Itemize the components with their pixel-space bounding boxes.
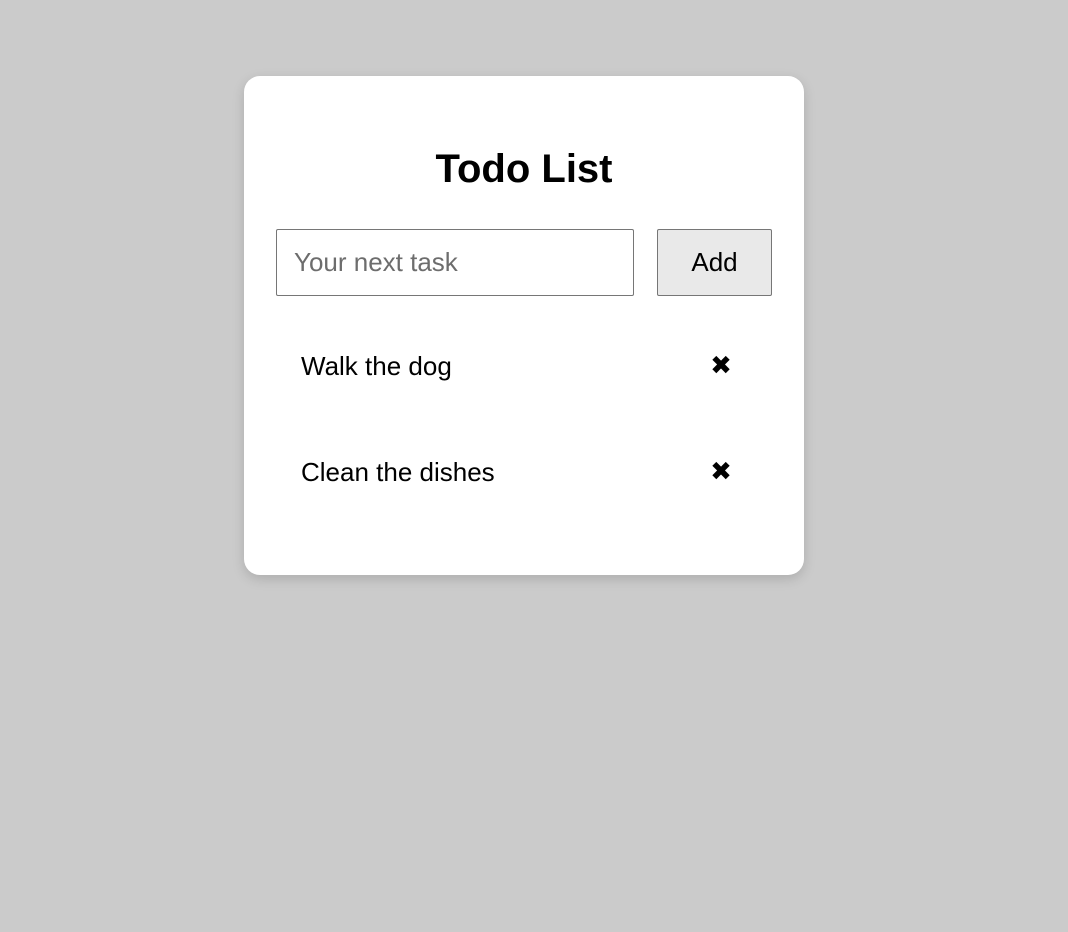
todo-list: Walk the dog ✖ Clean the dishes ✖	[276, 324, 772, 536]
todo-text: Walk the dog	[301, 351, 452, 381]
close-icon[interactable]: ✖	[700, 348, 742, 384]
todo-card: Todo List Add Walk the dog ✖ Clean the d…	[244, 76, 804, 575]
add-button[interactable]: Add	[657, 229, 772, 296]
todo-text: Clean the dishes	[301, 457, 495, 487]
list-item: Clean the dishes ✖	[276, 430, 772, 536]
task-input[interactable]	[276, 229, 634, 296]
close-icon[interactable]: ✖	[700, 454, 742, 490]
page-title: Todo List	[435, 147, 613, 191]
list-item: Walk the dog ✖	[276, 324, 772, 430]
